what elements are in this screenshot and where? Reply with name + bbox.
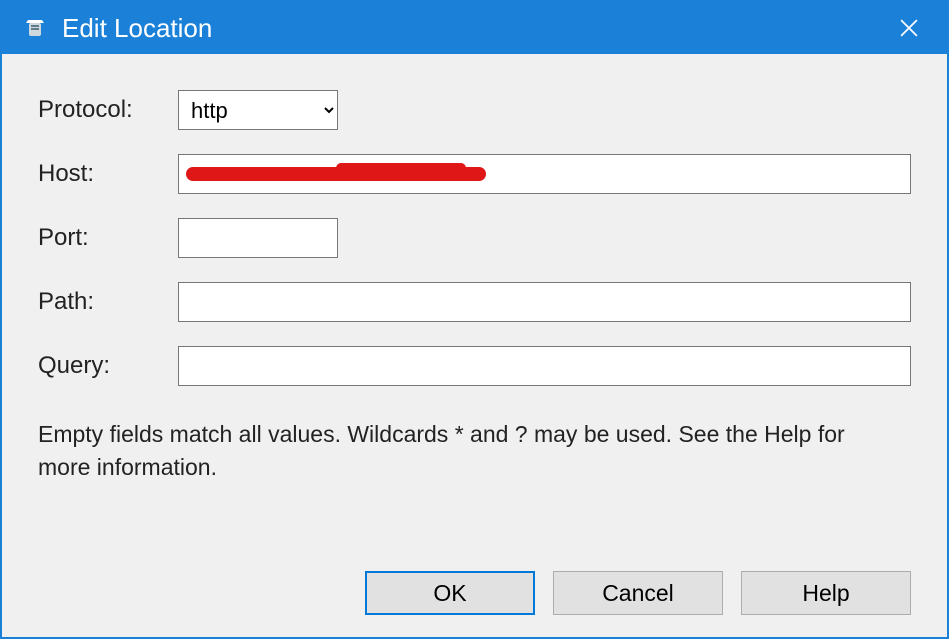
label-port: Port: [38, 224, 178, 252]
close-icon [900, 19, 918, 37]
label-host: Host: [38, 160, 178, 188]
dialog-body: Protocol: http Host: Port: [2, 54, 947, 637]
dialog-title: Edit Location [62, 13, 887, 44]
titlebar: Edit Location [2, 2, 947, 54]
row-query: Query: [38, 346, 911, 386]
help-button[interactable]: Help [741, 571, 911, 615]
row-port: Port: [38, 218, 911, 258]
ok-button[interactable]: OK [365, 571, 535, 615]
button-bar: OK Cancel Help [38, 547, 911, 615]
row-path: Path: [38, 282, 911, 322]
row-host: Host: [38, 154, 911, 194]
query-input[interactable] [178, 346, 911, 386]
close-button[interactable] [887, 6, 931, 50]
row-protocol: Protocol: http [38, 90, 911, 130]
label-path: Path: [38, 288, 178, 316]
port-input[interactable] [178, 218, 338, 258]
hint-text: Empty fields match all values. Wildcards… [38, 418, 878, 485]
cancel-button[interactable]: Cancel [553, 571, 723, 615]
protocol-select[interactable]: http [178, 90, 338, 130]
host-input[interactable] [178, 154, 911, 194]
edit-location-dialog: Edit Location Protocol: http Host: [0, 0, 949, 639]
label-query: Query: [38, 352, 178, 380]
form: Protocol: http Host: Port: [38, 90, 911, 386]
path-input[interactable] [178, 282, 911, 322]
label-protocol: Protocol: [38, 96, 178, 124]
app-icon [22, 15, 48, 41]
